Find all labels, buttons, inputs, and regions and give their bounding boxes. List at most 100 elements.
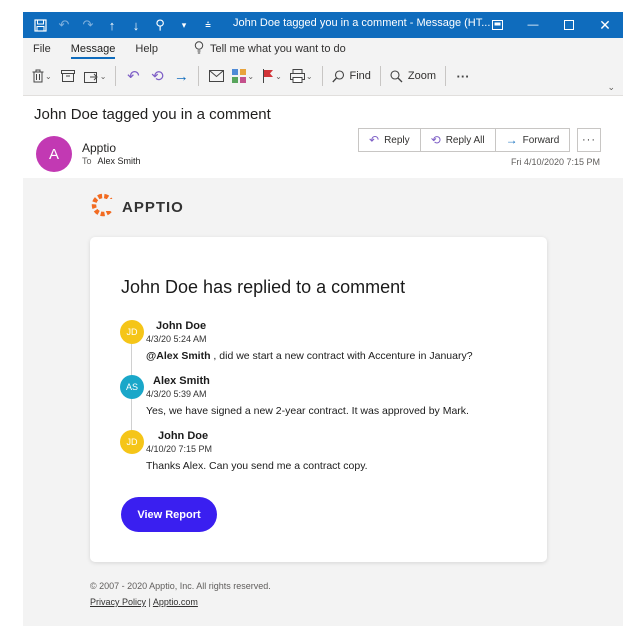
- chevron-down-icon: ⌄: [45, 71, 52, 81]
- comment-time: 4/10/20 7:15 PM: [146, 444, 213, 454]
- comment-text: Yes, we have signed a new 2-year contrac…: [146, 405, 469, 417]
- avatar: JD: [120, 430, 144, 454]
- to-label: To: [82, 156, 92, 166]
- zoom-label: Zoom: [407, 70, 437, 82]
- comment-time: 4/3/20 5:39 AM: [146, 389, 207, 399]
- recipient-name[interactable]: Alex Smith: [98, 156, 141, 166]
- comment-text: Thanks Alex. Can you send me a contract …: [146, 460, 368, 472]
- logo-text: APPTIO: [122, 199, 184, 216]
- read-unread-button[interactable]: [205, 64, 227, 88]
- toolbar-divider: [198, 66, 200, 86]
- close-button[interactable]: ✕: [587, 12, 623, 38]
- save-icon[interactable]: [31, 16, 49, 34]
- next-item-icon[interactable]: ↓: [127, 16, 145, 34]
- toolbar-divider: [445, 66, 447, 86]
- forward-toolbar-button[interactable]: →: [170, 64, 192, 88]
- message-actions: ↶ Reply ⟲ Reply All → Forward: [358, 128, 571, 152]
- print-button[interactable]: ⌄: [287, 64, 316, 88]
- reply-all-label: Reply All: [445, 134, 485, 146]
- more-commands-button[interactable]: ···: [452, 64, 474, 88]
- comment-text: @Alex Smith , did we start a new contrac…: [146, 350, 473, 362]
- ribbon-toolbar: ⌄ ⌄ ↶ ⟲ → ⌄ ⌄ ⌄ Find Zoom ··· ⌄: [23, 60, 623, 92]
- archive-icon: [60, 70, 75, 82]
- toolbar-divider: [115, 66, 117, 86]
- chevron-down-icon: ⌄: [275, 71, 282, 81]
- ribbon-display-icon[interactable]: [479, 12, 515, 38]
- apptio-site-link[interactable]: Apptio.com: [153, 597, 198, 607]
- reply-label: Reply: [384, 134, 410, 146]
- message-date: Fri 4/10/2020 7:15 PM: [510, 157, 600, 167]
- maximize-button[interactable]: [551, 12, 587, 38]
- view-report-button[interactable]: View Report: [121, 497, 217, 532]
- flag-button[interactable]: ⌄: [259, 64, 285, 88]
- avatar: AS: [120, 375, 144, 399]
- reply-toolbar-button[interactable]: ↶: [122, 64, 144, 88]
- window-title: John Doe tagged you in a comment - Messa…: [233, 17, 491, 29]
- overflow-icon[interactable]: ⩮: [199, 16, 217, 34]
- delete-button[interactable]: ⌄: [29, 64, 55, 88]
- archive-button[interactable]: [57, 64, 79, 88]
- trash-icon: [32, 69, 44, 83]
- forward-icon: →: [173, 67, 189, 85]
- chevron-down-icon: ⌄: [247, 71, 255, 81]
- chevron-down-icon: ⌄: [99, 71, 107, 81]
- window-controls: — ✕: [479, 12, 623, 38]
- comment-author: John Doe: [158, 430, 209, 442]
- apptio-logo: APPTIO: [90, 192, 184, 223]
- reply-all-icon: ⟲: [151, 68, 164, 85]
- forward-button[interactable]: → Forward: [494, 128, 571, 152]
- sender-name[interactable]: Apptio: [82, 141, 116, 155]
- privacy-policy-link[interactable]: Privacy Policy: [90, 597, 146, 607]
- categorize-icon: [232, 69, 247, 83]
- ribbon-tabs: File Message Help Tell me what you want …: [23, 38, 623, 60]
- tag-icon[interactable]: ⚲: [151, 16, 169, 34]
- sender-avatar[interactable]: A: [36, 136, 72, 172]
- apptio-logo-icon: [90, 192, 117, 223]
- previous-item-icon[interactable]: ↑: [103, 16, 121, 34]
- undo-icon[interactable]: ↶: [55, 16, 73, 34]
- reply-all-toolbar-button[interactable]: ⟲: [146, 64, 168, 88]
- ribbon-collapse-icon[interactable]: ⌄: [607, 82, 615, 93]
- search-icon: [331, 69, 345, 83]
- title-bar: ↶ ↷ ↑ ↓ ⚲ ▾ ⩮ John Doe tagged you in a c…: [23, 12, 623, 38]
- toolbar-divider: [379, 66, 381, 86]
- quick-access-toolbar: ↶ ↷ ↑ ↓ ⚲ ▾ ⩮: [23, 12, 217, 38]
- flag-icon: [262, 69, 274, 83]
- comment-time: 4/3/20 5:24 AM: [146, 334, 207, 344]
- zoom-icon: [390, 69, 403, 83]
- footer-links: Privacy Policy | Apptio.com: [90, 597, 198, 607]
- toolbar-divider: [321, 66, 323, 86]
- tab-file[interactable]: File: [33, 43, 51, 55]
- tab-help[interactable]: Help: [135, 43, 158, 55]
- avatar: JD: [120, 320, 144, 344]
- ribbon: File Message Help Tell me what you want …: [23, 38, 623, 96]
- envelope-icon: [208, 70, 224, 82]
- reply-icon: ↶: [127, 68, 140, 85]
- print-icon: [289, 69, 305, 83]
- mention: @Alex Smith: [146, 350, 211, 362]
- card-heading: John Doe has replied to a comment: [121, 277, 406, 297]
- lightbulb-icon: [194, 41, 204, 57]
- categorize-button[interactable]: ⌄: [229, 64, 257, 88]
- comment-body: , did we start a new contract with Accen…: [210, 350, 473, 362]
- find-button[interactable]: Find: [329, 64, 374, 88]
- move-button[interactable]: ⌄: [81, 64, 110, 88]
- zoom-button[interactable]: Zoom: [387, 64, 439, 88]
- forward-label: Forward: [522, 134, 560, 146]
- reply-all-button[interactable]: ⟲ Reply All: [419, 128, 496, 152]
- tab-message[interactable]: Message: [70, 43, 115, 59]
- redo-icon[interactable]: ↷: [79, 16, 97, 34]
- customize-dropdown-icon[interactable]: ▾: [175, 16, 193, 34]
- tell-me-search[interactable]: Tell me what you want to do: [194, 41, 346, 57]
- recipient-line: To Alex Smith: [82, 156, 141, 166]
- forward-icon: →: [505, 133, 518, 147]
- footer-separator: |: [146, 597, 153, 607]
- message-subject: John Doe tagged you in a comment: [34, 106, 271, 123]
- find-label: Find: [349, 70, 371, 82]
- more-actions-button[interactable]: ···: [577, 128, 601, 152]
- reply-button[interactable]: ↶ Reply: [358, 128, 421, 152]
- chevron-down-icon: ⌄: [305, 71, 313, 81]
- minimize-button[interactable]: —: [515, 12, 551, 38]
- comment-author: John Doe: [156, 320, 207, 332]
- reply-icon: ↶: [369, 133, 380, 147]
